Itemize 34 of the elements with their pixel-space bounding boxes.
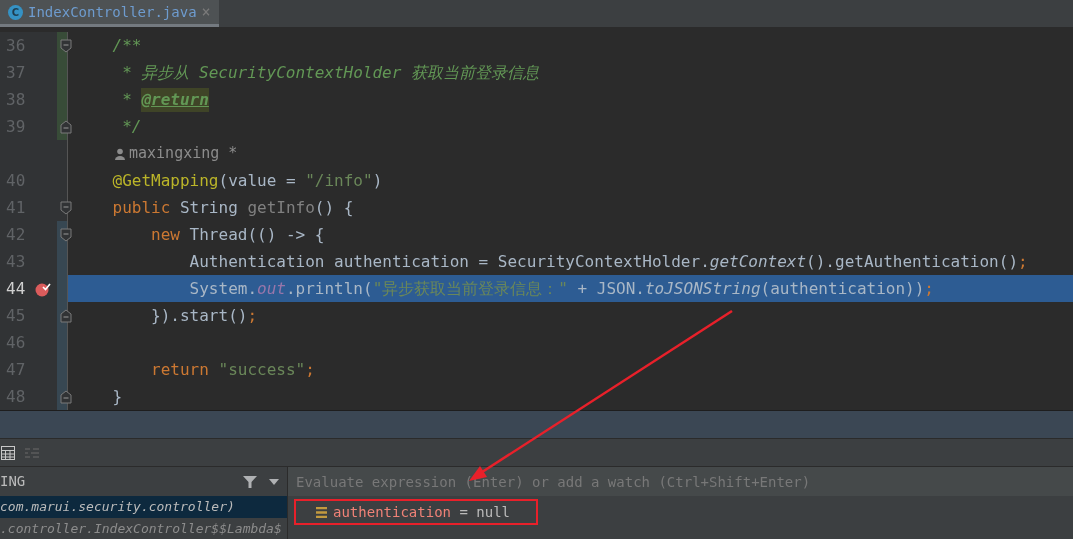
fold-icon[interactable]: [60, 39, 72, 53]
code-line: public String getInfo() {: [111, 196, 355, 219]
panel-header: ING: [0, 472, 26, 491]
variable-name: authentication: [333, 503, 451, 520]
variable-value: = null: [458, 503, 511, 520]
unfold-icon[interactable]: [60, 309, 72, 323]
code-line: */: [121, 115, 143, 138]
code-line: Authentication authentication = SecurityContextHolder.getContext().getAuthentication();: [188, 250, 1029, 273]
frame-item[interactable]: .controller.IndexController$$Lambda$: [0, 518, 287, 539]
code-line: /**: [111, 34, 143, 57]
variable-row[interactable]: authentication = null: [294, 499, 538, 525]
editor-tab[interactable]: C IndexController.java ×: [0, 0, 219, 27]
filter-icon[interactable]: [243, 474, 257, 489]
code-line: * @return: [68, 86, 1073, 113]
field-icon: [316, 506, 327, 518]
code-line: @GetMapping(value = "/info"): [111, 169, 384, 192]
code-line: return "success";: [150, 358, 316, 381]
code-line: }: [111, 385, 124, 408]
unfold-icon[interactable]: [60, 120, 72, 134]
code-line: * 异步从 SecurityContextHolder 获取当前登录信息: [121, 61, 540, 84]
tab-title: IndexController.java: [28, 2, 197, 22]
line-number: 44: [6, 277, 26, 300]
fold-icon[interactable]: [60, 228, 72, 242]
unfold-icon[interactable]: [60, 390, 72, 404]
class-icon: C: [8, 4, 23, 20]
caret-icon[interactable]: [269, 478, 279, 485]
frame-item[interactable]: com.marui.security.controller): [0, 496, 287, 518]
close-icon[interactable]: ×: [201, 0, 211, 24]
calculator-icon[interactable]: [1, 445, 15, 460]
code-line: }).start();: [150, 304, 259, 327]
person-icon: [114, 147, 126, 160]
fold-icon[interactable]: [60, 201, 72, 215]
author-hint: maxingxing *: [129, 143, 238, 165]
code-line: new Thread(() -> {: [150, 223, 326, 246]
